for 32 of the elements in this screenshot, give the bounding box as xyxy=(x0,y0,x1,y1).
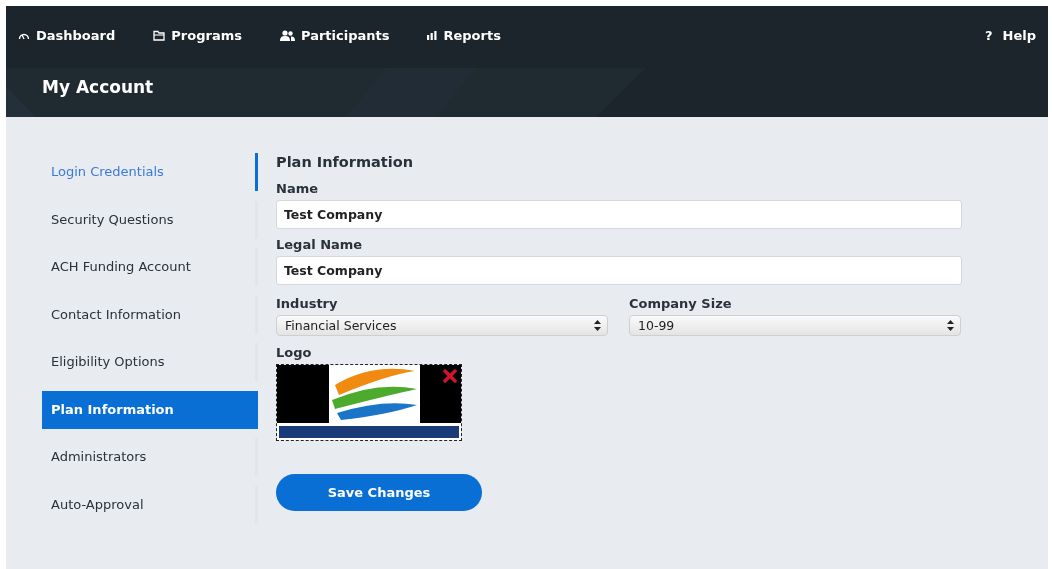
folder-icon xyxy=(153,29,166,41)
sort-arrows-icon xyxy=(594,320,601,331)
text-field[interactable]: Test Company xyxy=(276,256,962,285)
field-label: Industry xyxy=(276,296,339,311)
sidebar-item[interactable]: Administrators xyxy=(42,438,258,476)
sort-arrows-icon xyxy=(947,320,954,331)
sidebar-item[interactable]: ACH Funding Account xyxy=(42,248,258,286)
section-title: Plan Information xyxy=(276,154,414,170)
save-button[interactable]: Save Changes xyxy=(276,474,482,511)
select-field[interactable]: 10-99 xyxy=(629,315,961,336)
sidebar-item[interactable]: Security Questions xyxy=(42,200,258,239)
people-icon xyxy=(279,29,295,41)
field-label: Company Size xyxy=(629,296,733,311)
nav-link[interactable]: Programs xyxy=(153,23,242,47)
field-label: Legal Name xyxy=(276,237,364,252)
bar-chart-icon xyxy=(427,30,438,40)
field-label: Name xyxy=(276,181,319,196)
sidebar-item[interactable]: Login Credentials xyxy=(42,153,258,191)
help-icon: ? xyxy=(985,27,993,43)
sidebar-item[interactable]: Auto-Approval xyxy=(42,485,258,524)
help-link[interactable]: ? Help xyxy=(985,23,1036,47)
field-label: Logo xyxy=(276,345,313,360)
page-title: My Account xyxy=(42,77,154,97)
nav-link[interactable]: Dashboard xyxy=(18,23,116,47)
remove-icon[interactable] xyxy=(443,369,457,383)
sidebar-item[interactable]: Contact Information xyxy=(42,295,258,334)
sidebar-item[interactable]: Plan Information xyxy=(42,390,258,429)
sidebar-item[interactable]: Eligibility Options xyxy=(42,343,258,381)
nav-link[interactable]: Reports xyxy=(427,23,501,47)
text-field[interactable]: Test Company xyxy=(276,200,962,229)
select-field[interactable]: Financial Services xyxy=(276,315,608,336)
nav-link[interactable]: Participants xyxy=(279,23,390,47)
